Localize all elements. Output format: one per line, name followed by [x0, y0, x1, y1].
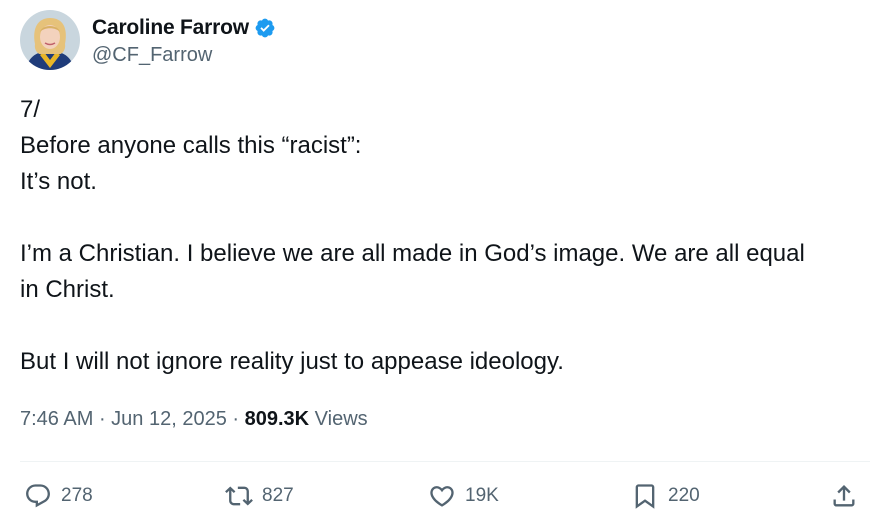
meta-separator: · [226, 408, 245, 430]
like-icon [430, 486, 454, 507]
bookmark-count: 220 [668, 485, 700, 506]
display-name[interactable]: Caroline Farrow [92, 16, 249, 40]
share-icon [833, 485, 855, 507]
meta-separator: · [93, 408, 112, 430]
reply-icon [26, 484, 50, 508]
repost-button[interactable]: 827 [225, 476, 294, 516]
tweet-meta: 7:46 AM · Jun 12, 2025 · 809.3K Views [20, 404, 368, 434]
views-count: 809.3K [244, 408, 310, 430]
action-bar: 278 827 19K 220 [20, 476, 870, 516]
tweet-text: 7/ Before anyone calls this “racist”: It… [20, 92, 870, 380]
verified-badge-icon[interactable] [254, 17, 276, 39]
handle[interactable]: @CF_Farrow [92, 44, 276, 67]
like-button[interactable]: 19K [428, 476, 499, 516]
repost-count: 827 [262, 485, 294, 506]
reply-count: 278 [61, 485, 93, 506]
tweet-line: But I will not ignore reality just to ap… [20, 348, 564, 375]
tweet-date[interactable]: Jun 12, 2025 [111, 408, 227, 430]
like-count: 19K [465, 485, 499, 506]
reply-button[interactable]: 278 [24, 476, 93, 516]
views-label: Views [309, 408, 368, 430]
bookmark-icon [635, 484, 655, 509]
tweet-line: Before anyone calls this “racist”: [20, 132, 362, 159]
tweet-line: I’m a Christian. I believe we are all ma… [20, 240, 805, 267]
share-button[interactable] [830, 476, 858, 516]
profile-photo-icon [20, 10, 80, 70]
tweet-line: 7/ [20, 96, 41, 123]
tweet-time[interactable]: 7:46 AM [20, 408, 93, 430]
avatar[interactable] [20, 10, 80, 70]
name-row: Caroline Farrow [92, 14, 276, 42]
repost-icon [225, 486, 253, 506]
bookmark-button[interactable]: 220 [631, 476, 700, 516]
tweet-line: It’s not. [20, 168, 97, 195]
tweet-header: Caroline Farrow @CF_Farrow [20, 10, 276, 70]
tweet-line: in Christ. [20, 276, 115, 303]
author-info: Caroline Farrow @CF_Farrow [92, 10, 276, 70]
divider [20, 461, 870, 462]
